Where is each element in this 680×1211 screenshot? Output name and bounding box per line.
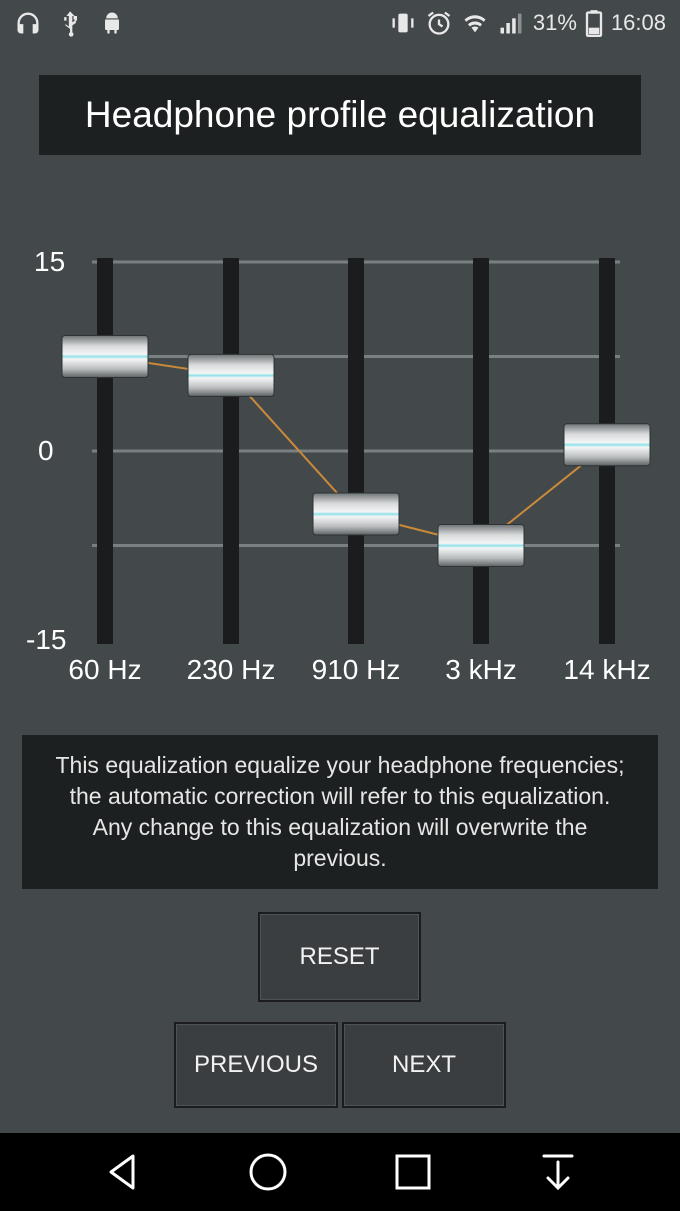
status-bar: 31% 16:08 [0,0,680,46]
notification-down-icon[interactable] [533,1147,583,1197]
battery-percent: 31% [532,10,577,35]
band-label-910hz: 910 Hz [311,654,401,685]
recents-icon[interactable] [388,1147,438,1197]
band-label-3khz: 3 kHz [445,654,517,685]
back-icon[interactable] [98,1147,148,1197]
status-right: 31% 16:08 [389,9,666,37]
band-label-230hz: 230 Hz [186,654,276,685]
band-label-14khz: 14 kHz [563,654,651,685]
signal-icon [497,9,525,37]
description-text: This equalization equalize your headphon… [55,752,625,871]
equalizer-labels: 15 0 -15 60 Hz 230 Hz 910 Hz 3 kHz 14 kH… [0,230,680,700]
vibrate-icon [389,9,417,37]
status-left [14,9,126,37]
android-icon [98,9,126,37]
page-title: Headphone profile equalization [84,94,596,135]
usb-icon [56,9,84,37]
y-axis-min-label: -15 [26,624,67,655]
reset-button[interactable]: RESET [258,912,421,1002]
headphones-icon [14,9,42,37]
y-axis-max-label: 15 [34,246,66,277]
battery-icon [585,9,603,37]
alarm-icon [425,9,453,37]
equalizer: 15 0 -15 60 Hz 230 Hz 910 Hz 3 kHz 14 kH… [0,230,680,700]
band-label-60hz: 60 Hz [68,654,142,685]
description-box: This equalization equalize your headphon… [22,735,658,889]
y-axis-mid-label: 0 [38,435,54,466]
clock: 16:08 [610,10,666,35]
wifi-icon [461,9,489,37]
previous-button[interactable]: PREVIOUS [174,1022,338,1108]
title-box: Headphone profile equalization [39,75,641,155]
home-icon[interactable] [243,1147,293,1197]
next-button[interactable]: NEXT [342,1022,506,1108]
navigation-bar [0,1133,680,1211]
